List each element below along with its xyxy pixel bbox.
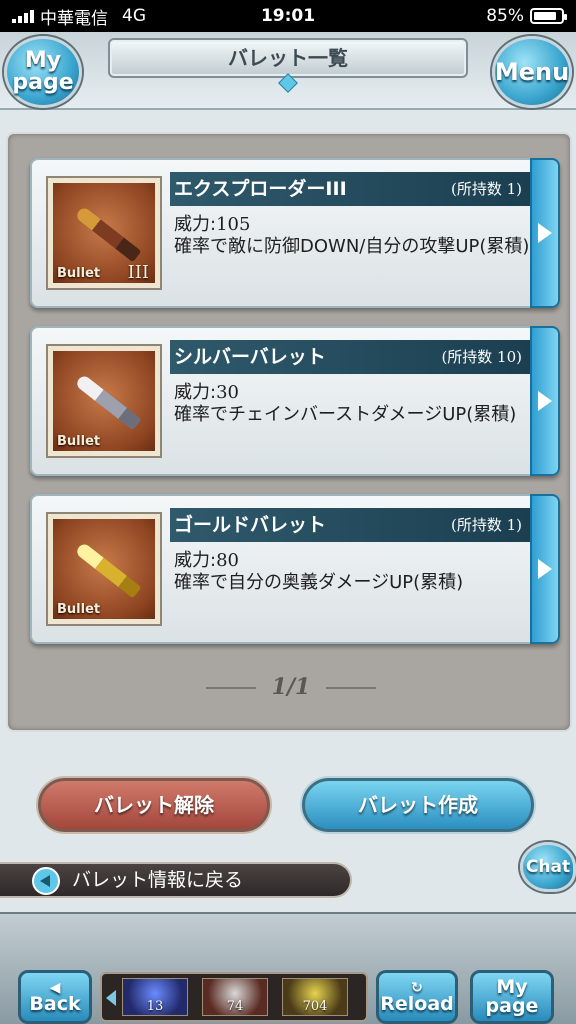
arrow-right-icon <box>538 559 552 579</box>
bullet-list-panel: Bullet III エクスプローダーIII (所持数 1) 威力:105 確率… <box>6 132 572 732</box>
bullet-name-bar: シルバーバレット (所持数 10) <box>170 340 530 374</box>
back-arrow-icon <box>32 867 60 895</box>
bullet-thumbnail: Bullet III <box>46 176 162 290</box>
battery-percent: 85% <box>486 6 524 26</box>
signal-icon <box>12 9 34 23</box>
bullet-card-exploder[interactable]: Bullet III エクスプローダーIII (所持数 1) 威力:105 確率… <box>30 158 560 308</box>
thumb-label: Bullet <box>57 266 101 281</box>
mypage-bottom-button[interactable]: My page <box>470 970 554 1024</box>
arrow-right-icon <box>538 391 552 411</box>
carrier-name: 中華電信 <box>40 8 108 29</box>
detail-arrow-button[interactable] <box>530 494 560 644</box>
arrow-right-icon <box>538 223 552 243</box>
detail-arrow-button[interactable] <box>530 326 560 476</box>
power-label: 威力: <box>174 550 217 571</box>
back-to-bullet-info-link[interactable]: バレット情報に戻る <box>0 862 352 898</box>
release-bullet-button[interactable]: バレット解除 <box>38 778 270 832</box>
ticket-icon: 74 <box>202 978 268 1016</box>
bullet-description: 威力:80 確率で自分の奥義ダメージUP(累積) <box>174 550 534 594</box>
chat-label: Chat <box>525 856 571 877</box>
chat-button[interactable]: Chat <box>520 842 576 892</box>
item-strip[interactable]: 13 74 704 <box>100 972 368 1022</box>
gold-bullet-icon <box>74 541 142 599</box>
power-value: 30 <box>216 382 239 403</box>
battery-icon <box>530 8 567 24</box>
menu-label: Menu <box>494 58 570 86</box>
power-value: 80 <box>216 550 239 571</box>
bullet-name-bar: ゴールドバレット (所持数 1) <box>170 508 530 542</box>
bullet-name: ゴールドバレット <box>174 514 327 536</box>
pager-divider <box>326 687 377 689</box>
thumb-rank: III <box>127 262 149 283</box>
menu-button[interactable]: Menu <box>492 36 572 108</box>
pager-divider <box>205 687 256 689</box>
mypage-bottom-line2: page <box>485 995 539 1017</box>
thumb-label: Bullet <box>57 434 101 449</box>
mypage-button[interactable]: My page <box>4 36 82 108</box>
bullet-thumbnail: Bullet <box>46 344 162 458</box>
silver-bullet-icon <box>74 373 142 431</box>
bullet-name: エクスプローダーIII <box>174 178 347 200</box>
pager: 1/1 <box>8 674 574 700</box>
bullet-description: 威力:30 確率でチェインバーストダメージUP(累積) <box>174 382 534 426</box>
network-type: 4G <box>122 6 146 26</box>
power-value: 105 <box>216 214 251 235</box>
gold-moon-count: 704 <box>302 999 328 1014</box>
back-link-label: バレット情報に戻る <box>72 869 244 891</box>
page-indicator: 1/1 <box>271 674 311 700</box>
power-label: 威力: <box>174 382 217 403</box>
mypage-label-line1: My <box>24 48 62 73</box>
gold-moon-icon: 704 <box>282 978 348 1016</box>
ticket-count: 74 <box>226 999 244 1014</box>
reload-button[interactable]: ↻ Reload <box>376 970 458 1024</box>
bullet-name: シルバーバレット <box>174 346 326 368</box>
owned-count: (所持数 1) <box>450 180 522 198</box>
effect-text: 確率でチェインバーストダメージUP(累積) <box>174 404 517 425</box>
create-bullet-button[interactable]: バレット作成 <box>302 778 534 832</box>
header-bar: バレット一覧 <box>0 32 576 110</box>
back-button[interactable]: ◀ Back <box>18 970 92 1024</box>
back-label: Back <box>29 992 81 1015</box>
mypage-label-line2: page <box>12 70 74 95</box>
bullet-card-silver[interactable]: Bullet シルバーバレット (所持数 10) 威力:30 確率でチェインバー… <box>30 326 560 476</box>
page-title: バレット一覧 <box>108 38 468 78</box>
bullet-card-gold[interactable]: Bullet ゴールドバレット (所持数 1) 威力:80 確率で自分の奥義ダメ… <box>30 494 560 644</box>
bullet-description: 威力:105 確率で敵に防御DOWN/自分の攻撃UP(累積) <box>174 214 534 258</box>
owned-count: (所持数 10) <box>441 348 522 366</box>
explode-bullet-icon <box>74 205 142 263</box>
power-label: 威力: <box>174 214 217 235</box>
detail-arrow-button[interactable] <box>530 158 560 308</box>
effect-text: 確率で自分の奥義ダメージUP(累積) <box>174 572 464 593</box>
thumb-label: Bullet <box>57 602 101 617</box>
crystal-count: 13 <box>146 999 164 1014</box>
effect-text: 確率で敵に防御DOWN/自分の攻撃UP(累積) <box>174 236 530 257</box>
bottom-nav: ◀ Back 13 74 704 ↻ Reload My page <box>0 912 576 1024</box>
reload-label: Reload <box>380 992 454 1015</box>
owned-count: (所持数 1) <box>450 516 522 534</box>
status-bar: 中華電信 4G 19:01 85% <box>0 0 576 32</box>
bullet-name-bar: エクスプローダーIII (所持数 1) <box>170 172 530 206</box>
crystal-icon: 13 <box>122 978 188 1016</box>
bullet-thumbnail: Bullet <box>46 512 162 626</box>
strip-left-arrow-icon[interactable] <box>106 990 116 1006</box>
